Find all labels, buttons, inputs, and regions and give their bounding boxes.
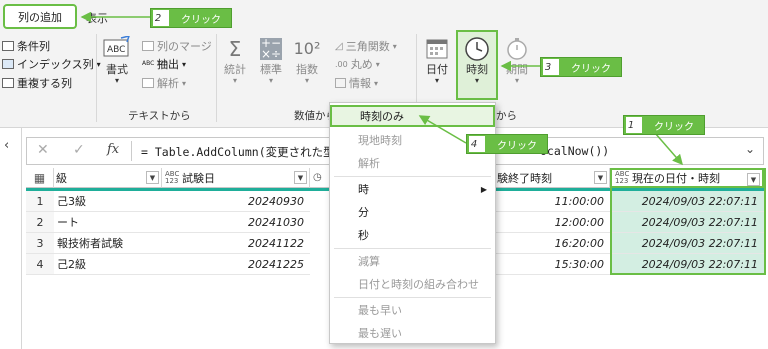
callout-step-2: 2 クリック	[150, 8, 232, 28]
callout-number: 4	[469, 136, 485, 152]
callout-text: クリック	[497, 140, 537, 152]
callout-step-4: 4 クリック	[466, 134, 548, 154]
callout-number: 3	[543, 59, 559, 75]
callout-number: 1	[626, 117, 642, 133]
callout-number: 2	[153, 10, 169, 26]
callout-text: クリック	[654, 121, 694, 133]
callout-text: クリック	[571, 63, 611, 75]
callout-step-1: 1 クリック	[623, 115, 705, 135]
callout-step-3: 3 クリック	[540, 57, 622, 77]
callout-text: クリック	[181, 14, 221, 26]
annotation-arrows	[80, 11, 683, 166]
